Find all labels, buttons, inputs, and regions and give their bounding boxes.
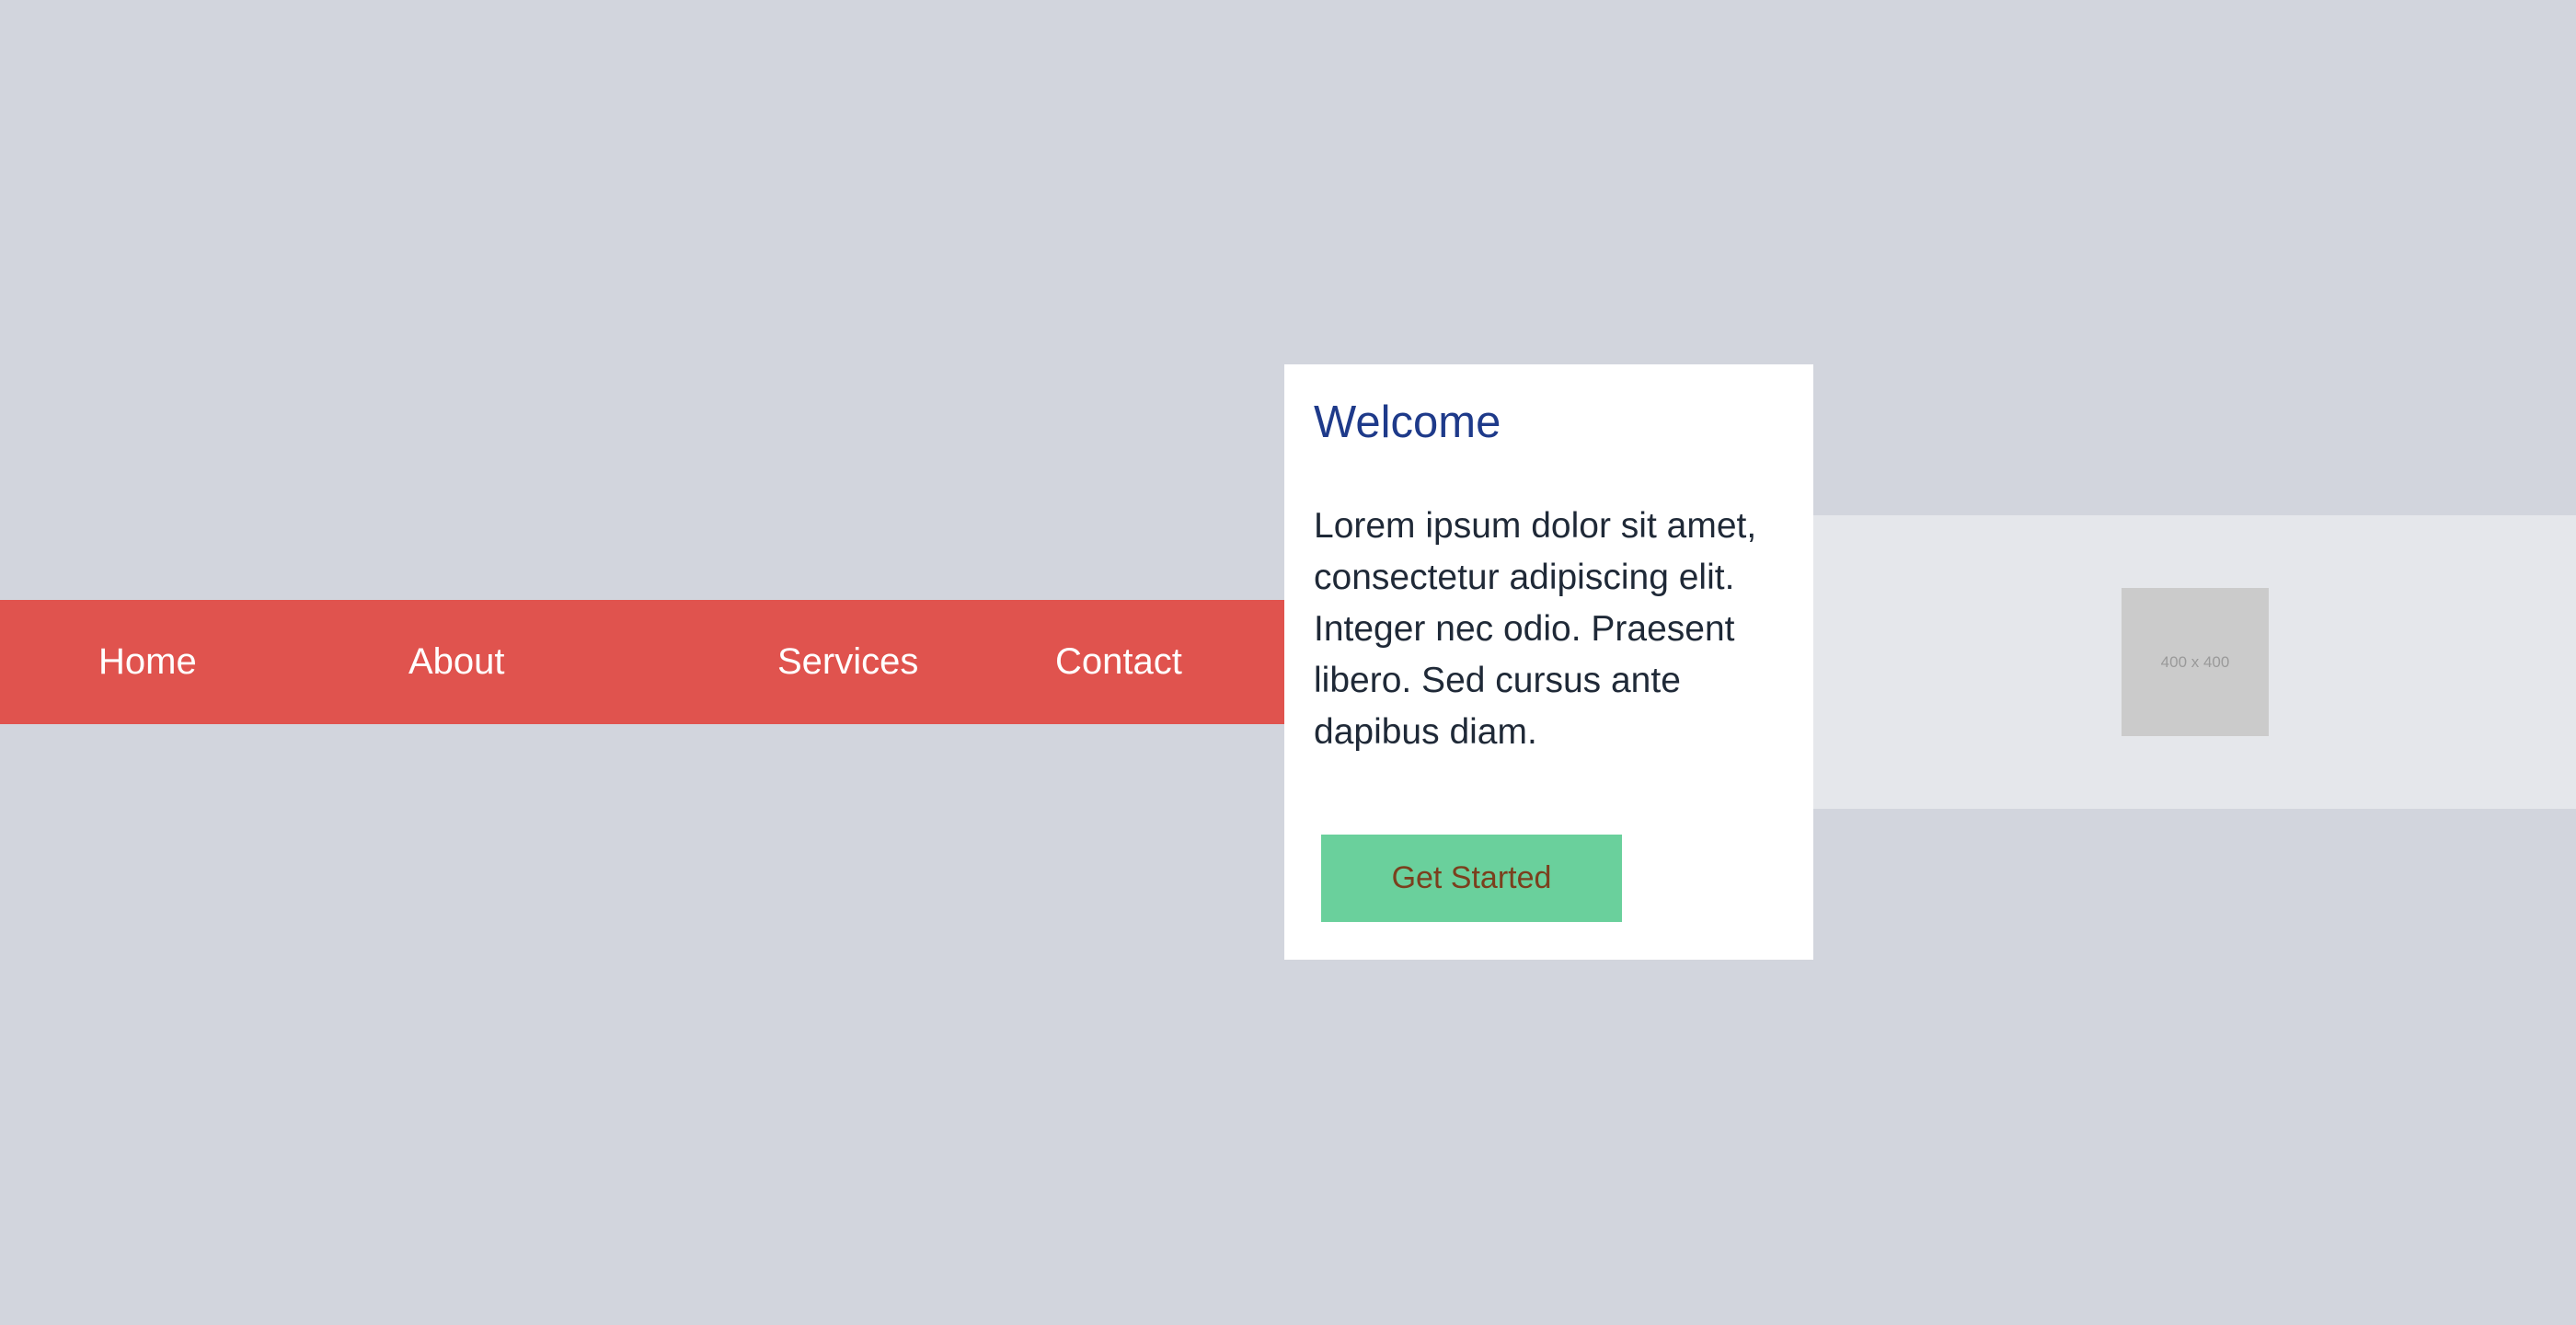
- image-band: 400 x 400: [1813, 515, 2576, 809]
- placeholder-image: 400 x 400: [2122, 588, 2269, 736]
- placeholder-image-label: 400 x 400: [2160, 652, 2230, 671]
- nav-link-services[interactable]: Services: [777, 600, 918, 724]
- welcome-card: Welcome Lorem ipsum dolor sit amet, cons…: [1284, 364, 1813, 960]
- welcome-body-text: Lorem ipsum dolor sit amet, consectetur …: [1314, 506, 1757, 752]
- get-started-button[interactable]: Get Started: [1321, 835, 1622, 922]
- nav-link-home[interactable]: Home: [98, 600, 197, 724]
- main-navigation: Home About Services Contact: [0, 600, 1284, 724]
- welcome-title: Welcome: [1314, 398, 1501, 447]
- nav-link-contact[interactable]: Contact: [1055, 600, 1182, 724]
- nav-link-about[interactable]: About: [408, 600, 505, 724]
